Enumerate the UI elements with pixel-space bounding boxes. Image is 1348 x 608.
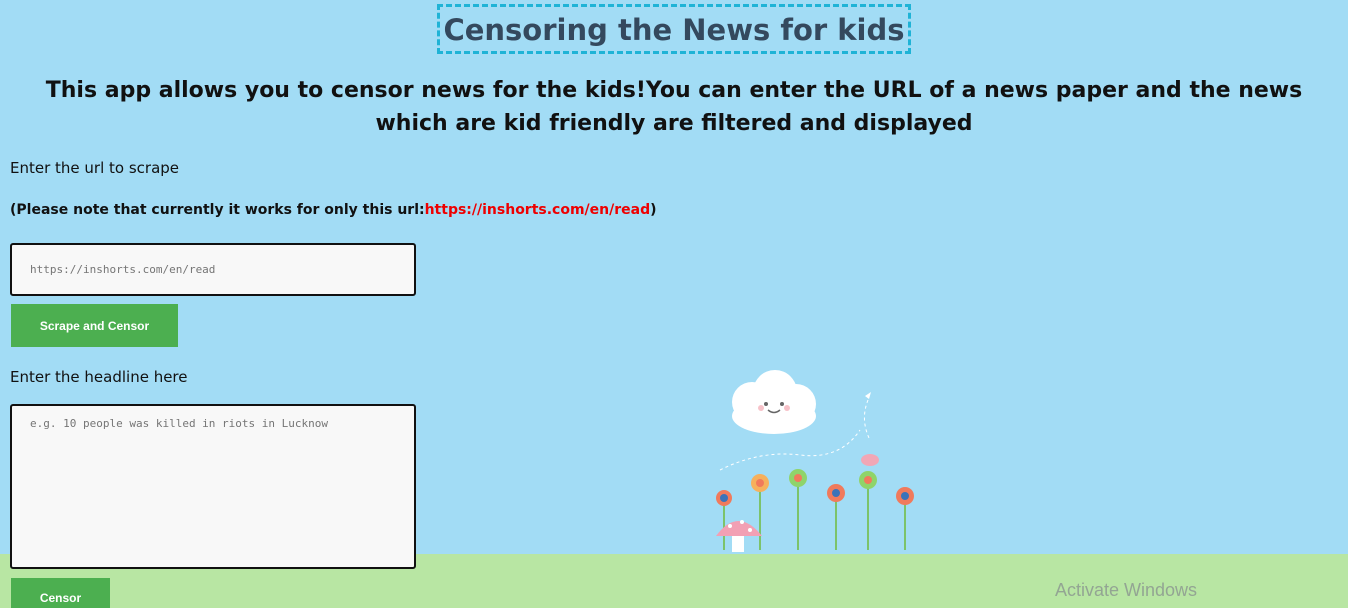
url-note-prefix: (Please note that currently it works for… [10, 202, 425, 218]
url-note-suffix: ) [650, 202, 657, 218]
scrape-and-censor-button[interactable]: Scrape and Censor [11, 304, 178, 347]
butterfly-icon [865, 392, 871, 399]
page-title: Censoring the News for kids [437, 4, 911, 54]
headline-label: Enter the headline here [10, 368, 188, 386]
intro-text: This app allows you to censor news for t… [45, 78, 1303, 136]
url-note: (Please note that currently it works for… [10, 202, 657, 218]
headline-textarea[interactable] [10, 404, 416, 569]
cloud-icon [732, 370, 816, 434]
flowers-icon [716, 469, 914, 550]
url-label: Enter the url to scrape [10, 159, 180, 177]
censor-button[interactable]: Censor [11, 578, 110, 608]
url-note-link[interactable]: https://inshorts.com/en/read [425, 202, 651, 218]
cloud-flowers-mushroom-illustration [716, 370, 914, 552]
mushroom-icon [716, 520, 762, 552]
activate-windows-watermark: Activate Windows [1055, 580, 1198, 600]
url-input[interactable] [10, 243, 416, 296]
title-container: Censoring the News for kids [0, 4, 1348, 54]
bird-icon [861, 454, 879, 466]
